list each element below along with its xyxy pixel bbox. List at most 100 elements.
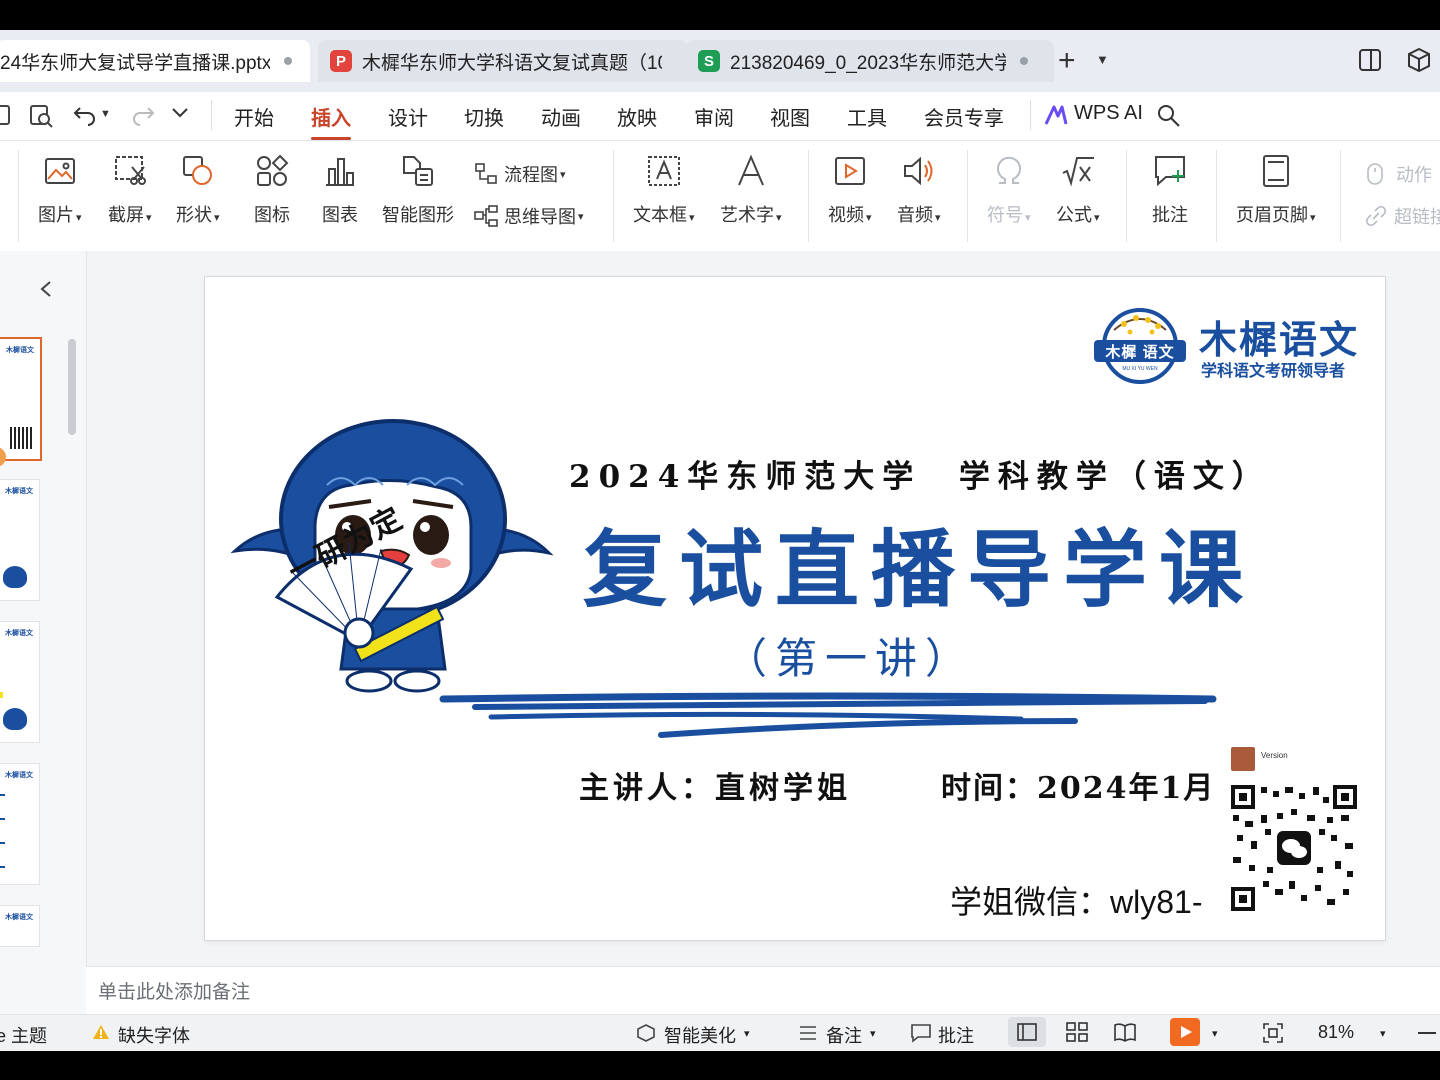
comment-icon (911, 1024, 931, 1043)
header-footer-icon (1262, 155, 1289, 187)
thumbnail-lines (0, 794, 5, 874)
insert-comment-button[interactable]: 批注 (1152, 153, 1188, 227)
undo-icon[interactable] (72, 102, 98, 126)
textbox-icon (647, 156, 680, 186)
flowchart-icon (475, 163, 497, 184)
insert-chart-label: 图表 (322, 205, 358, 225)
mouse-icon (1367, 163, 1383, 185)
slide-thumbnail-3[interactable]: 木樨语文 (0, 621, 40, 743)
wechat-qr-code-icon (1231, 785, 1357, 911)
normal-view-button[interactable] (1008, 1017, 1046, 1047)
zoom-out-minus-icon[interactable] (1418, 1032, 1436, 1034)
divider (1126, 150, 1127, 242)
picture-icon (44, 158, 75, 184)
slide-thumbnail-1[interactable]: 木樨语文 (0, 337, 42, 461)
zoom-chevron-icon[interactable]: ▾ (1380, 1027, 1386, 1040)
screenshot-button[interactable]: 截屏 ▾ (108, 153, 152, 227)
play-slideshow-button[interactable] (1170, 1018, 1200, 1046)
slide-thumbnail-4[interactable]: 木樨语文 (0, 763, 40, 885)
print-preview-icon[interactable] (28, 102, 54, 128)
action-button[interactable]: 动作 (1364, 161, 1432, 187)
divider (1216, 150, 1217, 242)
hyperlink-button[interactable]: 超链接 (1364, 203, 1440, 229)
comment-add-icon (1155, 156, 1185, 187)
insert-video-button[interactable]: 视频 ▾ (828, 153, 872, 227)
tab-list-chevron-icon[interactable]: ▼ (1096, 52, 1109, 67)
quick-access-more-icon[interactable] (170, 106, 190, 120)
divider (808, 150, 809, 242)
speaker-name: 主讲人：直树学姐 (579, 771, 851, 806)
notes-toggle-button[interactable]: 备注 (826, 1022, 862, 1048)
theme-status[interactable]: e 主题 (0, 1022, 47, 1048)
insert-shape-button[interactable]: 形状 ▾ (176, 153, 220, 227)
insert-icon-button[interactable]: 图标 (254, 153, 290, 227)
slide-sorter-view-icon[interactable] (1066, 1022, 1088, 1042)
menu-design[interactable]: 设计 (388, 102, 428, 131)
insert-textbox-button[interactable]: 文本框 ▾ (633, 153, 695, 227)
slideshow-chevron-icon[interactable]: ▾ (1212, 1027, 1218, 1040)
logo-badge-subtext: MU XI YU WEN (1122, 366, 1158, 372)
thumbnail-qr (10, 427, 32, 449)
fit-to-window-icon[interactable] (1262, 1022, 1284, 1044)
menu-transition[interactable]: 切换 (464, 102, 504, 131)
tab-document-pptx[interactable]: 24华东师大复试导学直播课.pptx (0, 40, 310, 82)
insert-formula-button[interactable]: 公式 ▾ (1056, 153, 1100, 227)
insert-shape-label: 形状 (176, 205, 212, 225)
slide-canvas[interactable]: 木樨 语文 MU XI YU WEN 木樨语文 学科语文考研领导者 一研为定 2… (205, 277, 1385, 940)
thumbnail-mascot (3, 566, 27, 588)
save-icon[interactable] (0, 104, 12, 126)
search-icon[interactable] (1156, 103, 1182, 129)
menu-slideshow[interactable]: 放映 (617, 102, 657, 131)
hyperlink-label: 超链接 (1394, 207, 1440, 227)
notes-pane[interactable]: 单击此处添加备注 (86, 966, 1440, 1015)
menu-animation[interactable]: 动画 (541, 102, 581, 131)
smartart-button[interactable]: 智能图形 (382, 153, 454, 227)
notes-lines-icon (800, 1026, 816, 1040)
menu-wps-ai[interactable]: WPS AI (1074, 102, 1143, 125)
flowchart-button[interactable]: 流程图 ▾ (474, 161, 566, 187)
mindmap-button[interactable]: 思维导图 ▾ (474, 203, 584, 229)
slide-thumbnail-5[interactable]: 木樨语文 (0, 905, 40, 947)
menu-home[interactable]: 开始 (234, 102, 274, 131)
wordart-button[interactable]: 艺术字 ▾ (720, 153, 782, 227)
zoom-level[interactable]: 81% (1318, 1022, 1354, 1043)
slide-title: 复试直播导学课 (583, 520, 1256, 619)
layout-toggle-icon[interactable] (1358, 48, 1382, 72)
comment-toggle-button[interactable]: 批注 (938, 1022, 974, 1048)
collapse-panel-chevron-left-icon[interactable] (38, 279, 54, 299)
ribbon-toolbar: 图片 ▾ 截屏 ▾ 形状 ▾ 图标 图表 智能图形 流程图 ▾ 思维导图 ▾ 文本框 ▾ 艺… (0, 140, 1440, 252)
reading-view-book-icon[interactable] (1114, 1022, 1136, 1042)
header-footer-button[interactable]: 页眉页脚 ▾ (1236, 153, 1316, 227)
header-footer-label: 页眉页脚 (1236, 205, 1308, 225)
insert-audio-button[interactable]: 音频 ▾ (897, 153, 941, 227)
insert-symbol-button[interactable]: 符号 ▾ (987, 153, 1031, 227)
tab-document-sheet[interactable]: S 213820469_0_2023华东师范大学 (686, 40, 1054, 82)
pdf-app-icon: P (330, 50, 352, 72)
new-tab-plus-icon[interactable]: + (1058, 46, 1076, 76)
normal-view-icon (1017, 1023, 1037, 1041)
thumbnail-logo-text: 木樨语文 (6, 347, 34, 354)
tab-document-pdf[interactable]: P 木樨华东师大学科语文复试真题（10- (318, 40, 688, 82)
cube-icon[interactable] (1406, 47, 1432, 73)
smartart-label: 智能图形 (382, 205, 454, 225)
status-bar: e 主题 缺失字体 智能美化 ▾ 备注 ▾ 批注 ▾ 81% ▾ (0, 1014, 1440, 1051)
thumbnail-logo-text: 木樨语文 (5, 914, 33, 921)
menu-tools[interactable]: 工具 (847, 102, 887, 131)
missing-font-status[interactable]: 缺失字体 (118, 1022, 190, 1048)
speaker-icon (903, 156, 933, 186)
slide-thumbnail-2[interactable]: 木樨语文 (0, 479, 40, 601)
wordart-icon (737, 154, 764, 186)
menu-view[interactable]: 视图 (770, 102, 810, 131)
menu-member[interactable]: 会员专享 (924, 102, 1004, 131)
menu-insert[interactable]: 插入 (311, 102, 351, 140)
smartart-icon (403, 156, 433, 186)
undo-dropdown-chevron-icon[interactable]: ▼ (100, 108, 111, 120)
redo-icon[interactable] (130, 102, 156, 126)
notes-chevron-icon[interactable]: ▾ (870, 1027, 876, 1040)
menu-review[interactable]: 审阅 (694, 102, 734, 131)
insert-chart-button[interactable]: 图表 (322, 153, 358, 227)
thumbnail-scrollbar[interactable] (68, 339, 76, 435)
insert-picture-button[interactable]: 图片 ▾ (38, 153, 82, 227)
beautify-chevron-icon[interactable]: ▾ (744, 1027, 750, 1040)
smart-beautify-button[interactable]: 智能美化 (664, 1022, 736, 1048)
